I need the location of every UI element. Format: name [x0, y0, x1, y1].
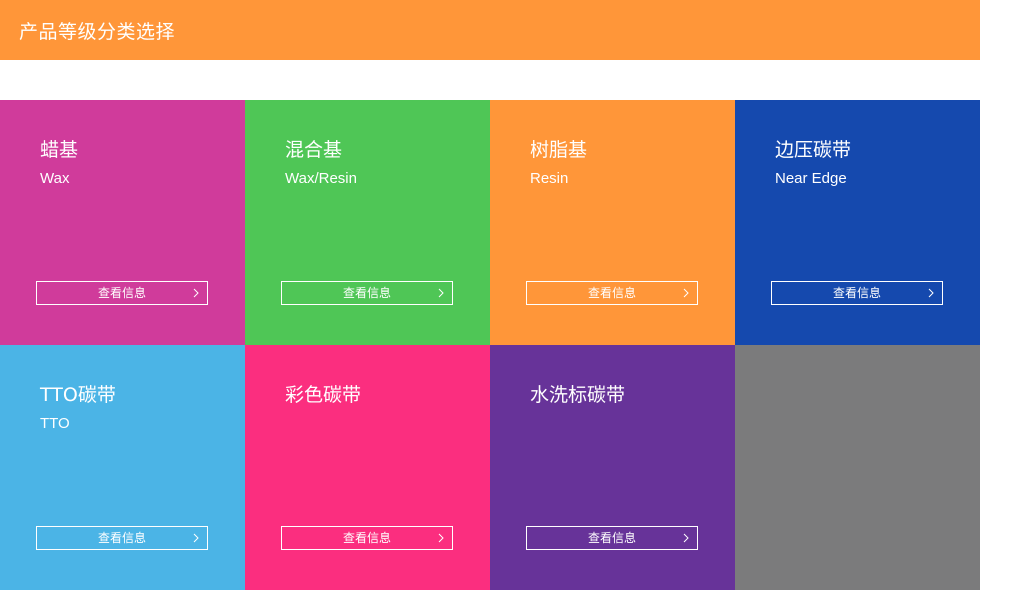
tile-title: 混合基	[285, 139, 343, 161]
chevron-right-icon	[193, 533, 199, 543]
tile-subtitle: TTO	[40, 415, 70, 432]
tile-title: TTO碳带	[40, 384, 116, 406]
tile-subtitle: Near Edge	[775, 170, 847, 187]
view-info-button-label: 查看信息	[587, 286, 636, 300]
view-info-button-label: 查看信息	[342, 531, 391, 545]
tile-near-edge: 边压碳带 Near Edge 查看信息	[735, 100, 980, 345]
view-info-button-label: 查看信息	[342, 286, 391, 300]
tile-color-ribbon: 彩色碳带 查看信息	[245, 345, 490, 590]
view-info-button-near-edge[interactable]: 查看信息	[771, 281, 943, 305]
view-info-button-label: 查看信息	[97, 531, 146, 545]
chevron-right-icon	[438, 533, 444, 543]
view-info-button-label: 查看信息	[97, 286, 146, 300]
tile-title: 蜡基	[40, 139, 79, 161]
tile-title: 树脂基	[530, 139, 588, 161]
view-info-button-wax-resin[interactable]: 查看信息	[281, 281, 453, 305]
tile-wax-resin: 混合基 Wax/Resin 查看信息	[245, 100, 490, 345]
tile-title: 水洗标碳带	[530, 384, 626, 406]
tile-empty	[735, 345, 980, 590]
chevron-right-icon	[683, 533, 689, 543]
view-info-button-label: 查看信息	[587, 531, 636, 545]
chevron-right-icon	[438, 288, 444, 298]
view-info-button-tto[interactable]: 查看信息	[36, 526, 208, 550]
tile-subtitle: Wax	[40, 170, 70, 187]
page-header: 产品等级分类选择	[0, 0, 980, 60]
tile-washable-label: 水洗标碳带 查看信息	[490, 345, 735, 590]
chevron-right-icon	[928, 288, 934, 298]
tile-tto: TTO碳带 TTO 查看信息	[0, 345, 245, 590]
view-info-button-resin[interactable]: 查看信息	[526, 281, 698, 305]
view-info-button-color-ribbon[interactable]: 查看信息	[281, 526, 453, 550]
tile-wax: 蜡基 Wax 查看信息	[0, 100, 245, 345]
tile-title: 边压碳带	[775, 139, 852, 161]
chevron-right-icon	[683, 288, 689, 298]
tile-resin: 树脂基 Resin 查看信息	[490, 100, 735, 345]
view-info-button-washable-label[interactable]: 查看信息	[526, 526, 698, 550]
tile-subtitle: Resin	[530, 170, 569, 187]
page-title: 产品等级分类选择	[19, 20, 176, 43]
chevron-right-icon	[193, 288, 199, 298]
product-category-grid: 蜡基 Wax 查看信息 混合基 Wax/Resin 查看信息 树脂基 Resin…	[0, 100, 980, 590]
tile-subtitle: Wax/Resin	[285, 170, 357, 187]
view-info-button-wax[interactable]: 查看信息	[36, 281, 208, 305]
view-info-button-label: 查看信息	[832, 286, 881, 300]
tile-title: 彩色碳带	[285, 384, 362, 406]
